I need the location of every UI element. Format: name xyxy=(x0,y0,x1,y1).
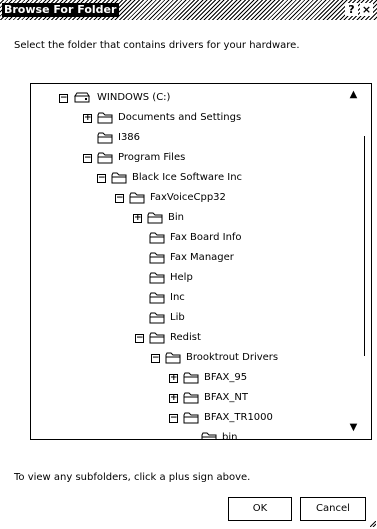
tree-item[interactable]: − WINDOWS (C:) xyxy=(59,90,172,106)
instruction-text: Select the folder that contains drivers … xyxy=(14,40,300,51)
expand-icon[interactable]: + xyxy=(169,393,178,403)
folder-icon xyxy=(183,372,199,384)
collapse-icon[interactable]: − xyxy=(83,153,92,163)
folder-tree[interactable]: − WINDOWS (C:) + Documents and Settings I386… xyxy=(30,83,372,440)
tree-item[interactable]: Help xyxy=(135,270,195,286)
tree-item-label: Black Ice Software Inc xyxy=(132,172,243,183)
folder-icon xyxy=(97,112,113,124)
folder-icon xyxy=(149,272,165,284)
title-bar[interactable]: Browse For Folder ? × xyxy=(0,0,377,20)
tree-item[interactable]: − Black Ice Software Inc xyxy=(97,170,244,186)
tree-item[interactable]: − BFAX_TR1000 xyxy=(169,410,275,426)
cancel-button[interactable]: Cancel xyxy=(300,497,366,521)
expand-icon[interactable]: + xyxy=(83,113,92,123)
tree-item[interactable]: bin xyxy=(187,430,239,440)
browse-for-folder-dialog: Browse For Folder ? × Select the folder … xyxy=(0,0,377,529)
tree-item-label: Inc xyxy=(170,292,185,303)
tree-item[interactable]: + BFAX_NT xyxy=(169,390,250,406)
tree-item-label: I386 xyxy=(118,132,141,143)
scroll-down-button[interactable]: ▼ xyxy=(347,421,360,434)
folder-icon xyxy=(165,352,181,364)
tree-item[interactable]: Fax Board Info xyxy=(135,230,244,246)
folder-icon xyxy=(183,412,199,424)
tree-item-label: Brooktrout Drivers xyxy=(186,352,279,363)
collapse-icon[interactable]: − xyxy=(135,333,144,343)
tree-item-label: Bin xyxy=(168,212,184,223)
tree-item-label: BFAX_NT xyxy=(204,392,248,403)
folder-icon xyxy=(183,392,199,404)
tree-item[interactable]: + BFAX_95 xyxy=(169,370,249,386)
collapse-icon[interactable]: − xyxy=(115,193,124,203)
folder-icon xyxy=(149,252,165,264)
folder-icon xyxy=(129,192,145,204)
folder-icon xyxy=(111,172,127,184)
folder-icon xyxy=(147,212,163,224)
tree-item[interactable]: + Bin xyxy=(133,210,186,226)
tree-item[interactable]: − Program Files xyxy=(83,150,187,166)
collapse-icon[interactable]: − xyxy=(151,353,160,363)
folder-icon xyxy=(97,132,113,144)
tree-item[interactable]: Fax Manager xyxy=(135,250,236,266)
tree-item[interactable]: Lib xyxy=(135,310,187,326)
tree-item-label: WINDOWS (C:) xyxy=(97,92,171,103)
collapse-icon[interactable]: − xyxy=(97,173,106,183)
folder-icon xyxy=(97,152,113,164)
help-button[interactable]: ? xyxy=(345,3,358,16)
folder-icon xyxy=(149,332,165,344)
tree-item[interactable]: − Redist xyxy=(135,330,203,346)
tree-item-label: Fax Manager xyxy=(170,252,234,263)
close-button[interactable]: × xyxy=(360,3,373,16)
collapse-icon[interactable]: − xyxy=(169,413,178,423)
tree-item-label: BFAX_95 xyxy=(204,372,248,383)
footer-hint: To view any subfolders, click a plus sig… xyxy=(14,472,251,483)
tree-item[interactable]: − Brooktrout Drivers xyxy=(151,350,280,366)
ok-button[interactable]: OK xyxy=(228,497,292,521)
resize-grip[interactable] xyxy=(370,521,376,527)
tree-item-label: Help xyxy=(170,272,193,283)
expand-icon[interactable]: + xyxy=(133,213,142,223)
tree-item-label: bin xyxy=(222,432,238,440)
tree-item-label: Documents and Settings xyxy=(118,112,242,123)
tree-item-label: Program Files xyxy=(118,152,186,163)
tree-item[interactable]: I386 xyxy=(83,130,142,146)
scroll-thumb[interactable] xyxy=(358,136,365,356)
tree-item-label: FaxVoiceCpp32 xyxy=(150,192,226,203)
folder-icon xyxy=(149,292,165,304)
tree-item-label: BFAX_TR1000 xyxy=(204,412,273,423)
tree-item[interactable]: + Documents and Settings xyxy=(83,110,243,126)
window-title: Browse For Folder xyxy=(2,3,120,17)
tree-item[interactable]: Inc xyxy=(135,290,187,306)
tree-item[interactable]: − FaxVoiceCpp32 xyxy=(115,190,228,206)
scroll-up-button[interactable]: ▲ xyxy=(347,88,360,101)
folder-icon xyxy=(149,232,165,244)
collapse-icon[interactable]: − xyxy=(59,93,68,103)
tree-scrollbar[interactable]: ▲ ▼ xyxy=(344,86,366,436)
tree-item-label: Fax Board Info xyxy=(170,232,242,243)
expand-icon[interactable]: + xyxy=(169,373,178,383)
tree-item-label: Lib xyxy=(170,312,185,323)
tree-item-label: Redist xyxy=(170,332,201,343)
drive-icon xyxy=(74,92,90,103)
folder-icon xyxy=(201,432,217,439)
folder-icon xyxy=(149,312,165,324)
